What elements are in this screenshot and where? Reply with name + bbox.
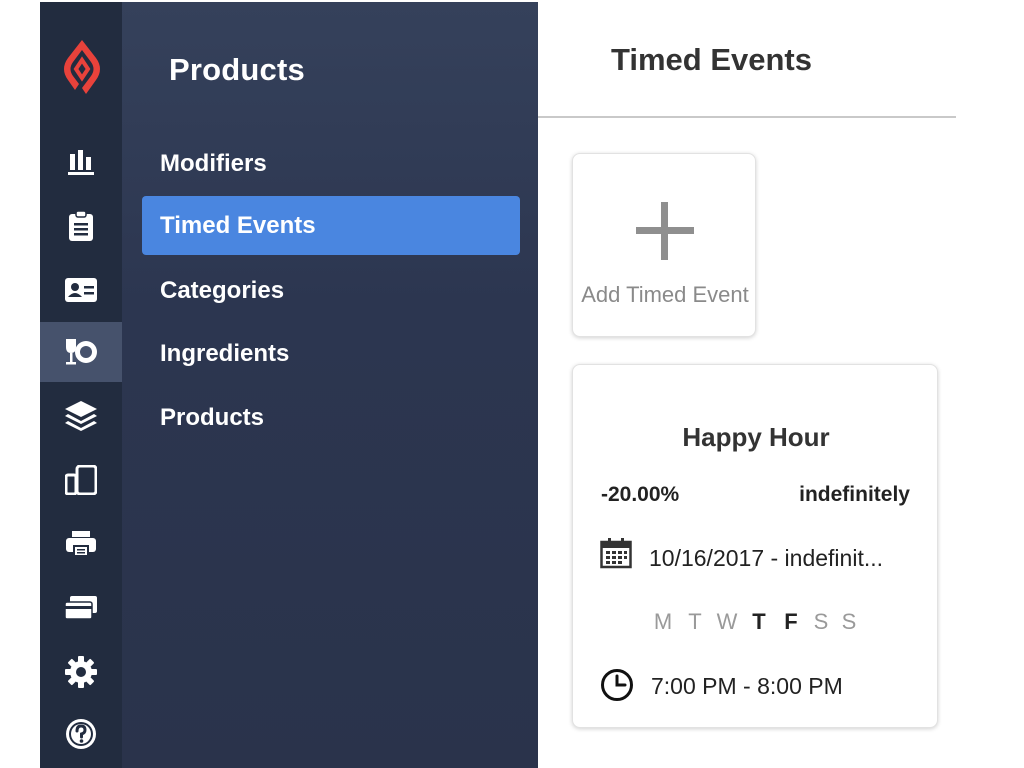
event-duration: indefinitely — [799, 483, 910, 506]
weekday-wednesday: W — [716, 609, 738, 634]
rail-orders[interactable] — [40, 196, 122, 256]
devices-icon — [65, 465, 97, 495]
subnav-item-products[interactable]: Products — [142, 388, 520, 447]
clipboard-icon — [69, 210, 93, 241]
page-header: Timed Events — [538, 2, 956, 118]
rail-layers[interactable] — [40, 386, 122, 446]
subnav-item-ingredients[interactable]: Ingredients — [142, 324, 520, 383]
clock-icon — [600, 668, 634, 707]
rail-help[interactable] — [40, 704, 122, 764]
rail-devices[interactable] — [40, 450, 122, 510]
timed-event-card[interactable]: Happy Hour -20.00% indefinitely 10/16/20… — [572, 364, 938, 728]
calendar-icon — [600, 537, 632, 574]
lightspeed-logo-icon[interactable] — [60, 38, 104, 96]
rail-products[interactable] — [40, 322, 122, 382]
subnav-item-modifiers[interactable]: Modifiers — [142, 134, 520, 193]
id-card-icon — [65, 278, 97, 302]
layers-icon — [65, 401, 97, 431]
gear-icon — [65, 656, 97, 688]
page-title: Timed Events — [611, 42, 813, 77]
icon-rail — [40, 2, 122, 768]
weekday-sunday: S — [841, 609, 857, 634]
event-weekdays: M T W T F S S — [647, 609, 863, 635]
glass-plate-icon — [66, 339, 97, 365]
subnav-title: Products — [169, 52, 305, 87]
products-subnav: Products Modifiers Timed Events Categori… — [122, 2, 538, 768]
rail-customers[interactable] — [40, 260, 122, 320]
add-timed-event-label: Add Timed Event — [581, 282, 749, 307]
subnav-item-timed-events[interactable]: Timed Events — [142, 196, 520, 255]
subnav-item-categories[interactable]: Categories — [142, 261, 520, 320]
rail-payments[interactable] — [40, 578, 122, 638]
weekday-monday: M — [653, 609, 673, 634]
printer-icon — [66, 531, 96, 557]
main-content: Timed Events Add Timed Event Happy Hour … — [538, 2, 956, 768]
event-name: Happy Hour — [682, 422, 830, 452]
weekday-friday: F — [784, 609, 798, 634]
weekday-saturday: S — [813, 609, 829, 634]
rail-printers[interactable] — [40, 514, 122, 574]
rail-settings[interactable] — [40, 642, 122, 702]
event-time-range: 7:00 PM - 8:00 PM — [651, 673, 843, 699]
add-timed-event-button[interactable]: Add Timed Event — [572, 153, 756, 337]
help-icon — [66, 719, 96, 749]
plus-icon — [636, 202, 694, 260]
weekday-tuesday: T — [688, 609, 702, 634]
event-date-range: 10/16/2017 - indefinit... — [649, 545, 883, 571]
event-discount: -20.00% — [601, 483, 680, 506]
rail-reports[interactable] — [40, 132, 122, 192]
payment-cards-icon — [65, 596, 97, 620]
weekday-thursday: T — [752, 609, 766, 634]
reports-icon — [68, 150, 94, 175]
